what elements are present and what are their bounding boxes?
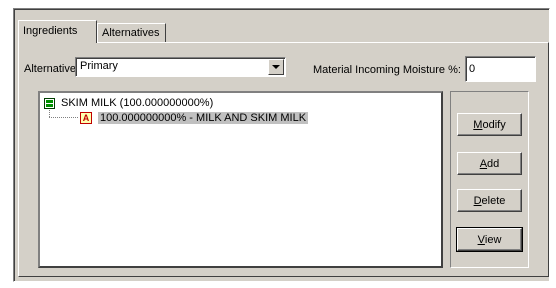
chevron-down-icon	[272, 65, 280, 69]
tree-node-root[interactable]: SKIM MILK (100.000000000%)	[44, 97, 213, 109]
add-button[interactable]: Add	[457, 152, 522, 175]
tree-connector-vertical	[49, 108, 50, 117]
tab-alternatives[interactable]: Alternatives	[97, 23, 166, 43]
delete-mnemonic: D	[473, 194, 482, 207]
view-mnemonic: V	[477, 233, 485, 246]
tab-ingredients-label: Ingredients	[23, 25, 78, 37]
delete-button[interactable]: Delete	[457, 189, 522, 212]
add-label-rest: dd	[487, 157, 500, 170]
tree-node-child-label: 100.000000000% - MILK AND SKIM MILK	[98, 112, 309, 124]
tree-connector-horizontal	[49, 117, 78, 118]
alternative-selected-value: Primary	[80, 60, 118, 72]
modify-mnemonic: M	[473, 118, 483, 131]
alternative-label: Alternative:	[24, 63, 80, 75]
moisture-input[interactable]	[465, 56, 536, 82]
view-button[interactable]: View	[456, 227, 523, 252]
tree-node-root-label: SKIM MILK (100.000000000%)	[61, 97, 214, 109]
moisture-label: Material Incoming Moisture %:	[313, 64, 461, 76]
ingredient-tree[interactable]: SKIM MILK (100.000000000%) A 100.0000000…	[38, 91, 443, 268]
add-mnemonic: A	[479, 157, 488, 170]
view-label-rest: iew	[484, 233, 502, 246]
modify-button[interactable]: Modify	[457, 113, 522, 136]
alternative-dropdown[interactable]: Primary	[75, 57, 286, 77]
modify-label-rest: odify	[482, 118, 506, 131]
ingredient-a-icon: A	[80, 112, 92, 124]
dropdown-arrow-button[interactable]	[268, 59, 284, 75]
tab-ingredients[interactable]: Ingredients	[18, 20, 97, 43]
delete-label-rest: elete	[481, 194, 506, 207]
tab-alternatives-label: Alternatives	[102, 27, 160, 39]
tree-node-child[interactable]: A 100.000000000% - MILK AND SKIM MILK	[80, 112, 309, 124]
bom-folder-icon	[44, 97, 55, 109]
